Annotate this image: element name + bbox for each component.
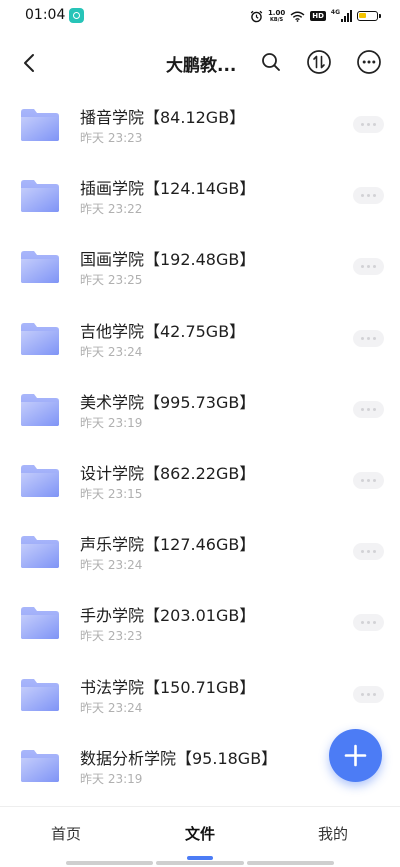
page-title: 大鹏教... xyxy=(166,56,237,76)
item-more-button[interactable] xyxy=(353,258,384,276)
list-item[interactable]: 国画学院【192.48GB】 昨天 23:25 xyxy=(0,230,400,301)
status-icons: 1.00 KB/S HD 4G xyxy=(250,6,381,26)
status-time: 01:04 xyxy=(25,7,66,23)
modified-time: 昨天 23:24 xyxy=(80,344,143,359)
list-item[interactable]: 声乐学院【127.46GB】 昨天 23:24 xyxy=(0,515,400,586)
list-item[interactable]: 书法学院【150.71GB】 昨天 23:24 xyxy=(0,658,400,729)
list-item[interactable]: 设计学院【862.22GB】 昨天 23:15 xyxy=(0,444,400,515)
item-more-button[interactable] xyxy=(353,471,384,489)
modified-time: 昨天 23:24 xyxy=(80,700,143,715)
hd-badge: HD xyxy=(310,11,326,21)
file-list: 播音学院【84.12GB】 昨天 23:23 插画学院【124.14GB】 昨天… xyxy=(0,88,400,800)
active-tab-indicator xyxy=(187,856,213,860)
list-item[interactable]: 插画学院【124.14GB】 昨天 23:22 xyxy=(0,159,400,230)
sort-icon xyxy=(307,50,331,74)
list-item[interactable]: 美术学院【995.73GB】 昨天 23:19 xyxy=(0,373,400,444)
wifi-icon xyxy=(290,11,305,22)
list-item[interactable]: 手办学院【203.01GB】 昨天 23:23 xyxy=(0,586,400,657)
bottom-tab-bar: 首页 文件 我的 xyxy=(0,806,400,867)
folder-icon xyxy=(21,322,59,355)
folder-name: 设计学院【862.22GB】 xyxy=(80,463,256,483)
folder-name: 声乐学院【127.46GB】 xyxy=(80,535,256,555)
tab-mine[interactable]: 我的 xyxy=(318,823,348,844)
folder-icon xyxy=(21,464,59,497)
folder-name: 美术学院【995.73GB】 xyxy=(80,392,256,412)
folder-name: 手办学院【203.01GB】 xyxy=(80,606,256,626)
folder-icon xyxy=(21,393,59,426)
tab-files[interactable]: 文件 xyxy=(185,823,215,844)
back-arrow-icon xyxy=(24,54,34,72)
modified-time: 昨天 23:23 xyxy=(80,131,143,145)
list-item[interactable]: 吉他学院【42.75GB】 昨天 23:24 xyxy=(0,302,400,373)
modified-time: 昨天 23:25 xyxy=(80,273,143,288)
alarm-icon xyxy=(250,10,263,22)
more-icon xyxy=(357,50,381,74)
back-button[interactable] xyxy=(16,48,44,78)
item-more-button[interactable] xyxy=(353,116,384,133)
item-more-button[interactable] xyxy=(353,400,384,418)
folder-icon xyxy=(21,109,59,141)
sort-button[interactable] xyxy=(306,49,332,75)
modified-time: 昨天 23:23 xyxy=(80,629,143,644)
folder-icon xyxy=(21,180,59,213)
network-speed: 1.00 KB/S xyxy=(267,8,286,23)
folder-name: 国画学院【192.48GB】 xyxy=(80,250,256,270)
item-more-button[interactable] xyxy=(353,187,384,205)
more-options-button[interactable] xyxy=(356,49,382,75)
search-icon xyxy=(262,53,280,71)
home-gesture-bar[interactable] xyxy=(66,861,334,865)
modified-time: 昨天 23:24 xyxy=(80,558,143,573)
modified-time: 昨天 23:22 xyxy=(80,202,143,217)
item-more-button[interactable] xyxy=(353,543,384,561)
battery-icon xyxy=(357,11,381,21)
add-button[interactable] xyxy=(329,729,382,782)
folder-icon xyxy=(21,607,59,640)
plus-icon xyxy=(344,744,367,767)
item-more-button[interactable] xyxy=(353,614,384,632)
item-more-button[interactable] xyxy=(353,685,384,703)
status-bar: 01:04 1.00 KB/S HD 4G xyxy=(0,0,400,32)
tab-home[interactable]: 首页 xyxy=(51,823,81,844)
folder-name: 播音学院【84.12GB】 xyxy=(80,108,246,127)
modified-time: 昨天 23:19 xyxy=(80,415,143,430)
search-button[interactable] xyxy=(258,49,284,75)
folder-icon xyxy=(21,678,59,711)
network-speed-value: 1.00 xyxy=(267,8,286,17)
folder-name: 插画学院【124.14GB】 xyxy=(80,179,256,199)
modified-time: 昨天 23:15 xyxy=(80,486,143,501)
folder-icon xyxy=(21,749,59,782)
network-speed-unit: KB/S xyxy=(270,16,284,23)
folder-icon xyxy=(21,251,59,284)
app-header: 大鹏教... xyxy=(0,40,400,86)
folder-icon xyxy=(21,536,59,569)
item-more-button[interactable] xyxy=(353,329,384,347)
app-notification-icon xyxy=(69,8,84,23)
network-type: 4G xyxy=(330,9,340,16)
folder-name: 书法学院【150.71GB】 xyxy=(80,677,256,697)
folder-name: 数据分析学院【95.18GB】 xyxy=(80,748,278,768)
list-item[interactable]: 播音学院【84.12GB】 昨天 23:23 xyxy=(0,88,400,159)
folder-name: 吉他学院【42.75GB】 xyxy=(80,321,246,341)
modified-time: 昨天 23:19 xyxy=(80,771,143,786)
signal-icon: 4G xyxy=(331,10,352,22)
